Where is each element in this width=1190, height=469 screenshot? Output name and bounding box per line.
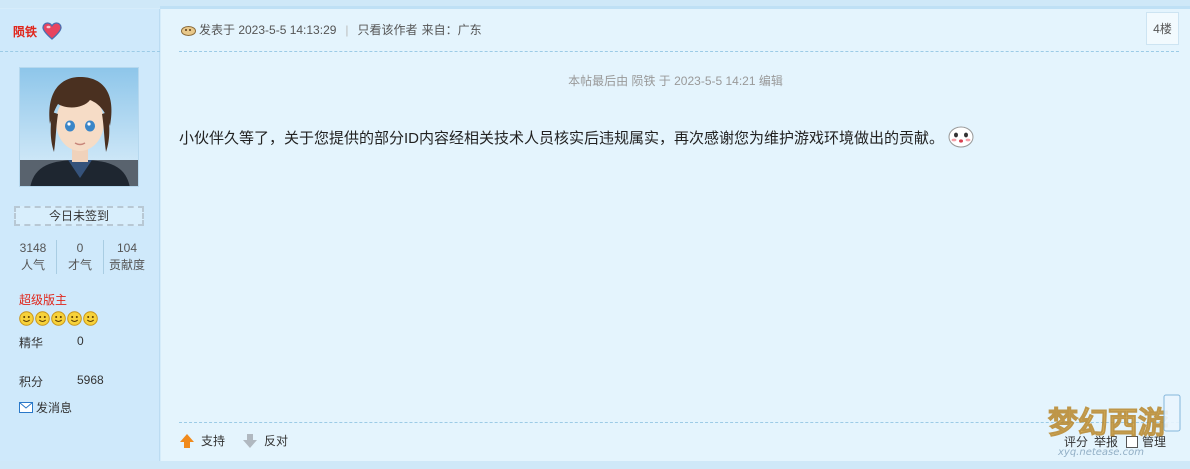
stat-popularity-label: 人气 bbox=[20, 258, 45, 272]
username-row: 陨铁 bbox=[13, 22, 62, 40]
post-header: 发表于 2023-5-5 14:13:29 | 只看该作者 来自：广东 bbox=[181, 21, 482, 38]
stat-contribution-value: 104 bbox=[116, 241, 138, 255]
send-message-label: 发消息 bbox=[36, 401, 73, 415]
down-arrow-icon bbox=[243, 433, 257, 448]
mail-icon bbox=[19, 402, 33, 413]
username-link[interactable]: 陨铁 bbox=[13, 23, 37, 40]
report-link[interactable]: 举报 bbox=[1094, 433, 1118, 450]
face-icon bbox=[948, 126, 974, 148]
post-source: 来自：广东 bbox=[421, 23, 482, 37]
only-author-link[interactable]: 只看该作者 bbox=[358, 21, 418, 38]
rate-link[interactable]: 评分 bbox=[1064, 433, 1088, 450]
post-content: 小伙伴久等了，关于您提供的部分ID内容经相关技术人员核实后违规属实，再次感谢您为… bbox=[179, 125, 975, 149]
stat-talent: 0 才气 bbox=[56, 240, 103, 274]
oppose-label: 反对 bbox=[264, 434, 289, 448]
user-stats: 3148 人气 0 才气 104 贡献度 bbox=[10, 240, 150, 274]
points-value: 5968 bbox=[77, 373, 104, 387]
bottom-strip bbox=[0, 461, 1190, 469]
smiley-icon bbox=[51, 311, 66, 326]
points-label: 积分 bbox=[19, 375, 44, 389]
rank-stars bbox=[19, 311, 98, 326]
post-time: 发表于 2023-5-5 14:13:29 bbox=[199, 23, 337, 37]
edit-note: 本帖最后由 陨铁 于 2023-5-5 14:21 编辑 bbox=[568, 74, 783, 88]
post-icon bbox=[181, 25, 196, 36]
essence-row: 精华 0 bbox=[19, 334, 84, 351]
post-main: 发表于 2023-5-5 14:13:29 | 只看该作者 来自：广东 4楼 本… bbox=[161, 9, 1190, 461]
footer-divider-line bbox=[179, 422, 1179, 423]
oppose-button[interactable]: 反对 bbox=[242, 432, 288, 449]
manage-label[interactable]: 管理 bbox=[1142, 433, 1166, 450]
sidebar-divider bbox=[0, 51, 160, 52]
support-label: 支持 bbox=[201, 434, 226, 448]
smiley-icon bbox=[35, 311, 50, 326]
send-message-link[interactable]: 发消息 bbox=[19, 399, 72, 416]
header-divider: | bbox=[345, 22, 349, 37]
post-content-text: 小伙伴久等了，关于您提供的部分ID内容经相关技术人员核实后违规属实，再次感谢您为… bbox=[179, 129, 945, 147]
manage-checkbox[interactable] bbox=[1126, 435, 1139, 448]
post-actions: 评分 举报 管理 bbox=[1064, 433, 1166, 450]
avatar[interactable] bbox=[19, 67, 139, 187]
checkin-status: 今日未签到 bbox=[14, 206, 144, 226]
support-button[interactable]: 支持 bbox=[179, 432, 225, 449]
author-sidebar: 陨铁 今日未签到 3148 人气 0 才气 104 贡献度 超级版主 精华 0 … bbox=[0, 9, 160, 461]
stat-popularity-value: 3148 bbox=[19, 241, 47, 255]
smiley-icon bbox=[83, 311, 98, 326]
stat-talent-value: 0 bbox=[76, 241, 84, 255]
up-arrow-icon bbox=[180, 433, 194, 448]
smiley-icon bbox=[19, 311, 34, 326]
essence-value: 0 bbox=[77, 334, 84, 348]
stat-contribution-label: 贡献度 bbox=[108, 258, 145, 272]
essence-label: 精华 bbox=[19, 336, 44, 350]
user-rank[interactable]: 超级版主 bbox=[19, 291, 67, 308]
smiley-icon bbox=[67, 311, 82, 326]
heart-icon bbox=[42, 22, 62, 40]
stat-popularity: 3148 人气 bbox=[10, 240, 56, 274]
avatar-image bbox=[20, 68, 138, 186]
header-divider-line bbox=[179, 51, 1179, 52]
stat-contribution: 104 贡献度 bbox=[103, 240, 150, 274]
points-row: 积分 5968 bbox=[19, 373, 104, 390]
floor-number[interactable]: 4楼 bbox=[1146, 12, 1179, 45]
stat-talent-label: 才气 bbox=[67, 258, 92, 272]
